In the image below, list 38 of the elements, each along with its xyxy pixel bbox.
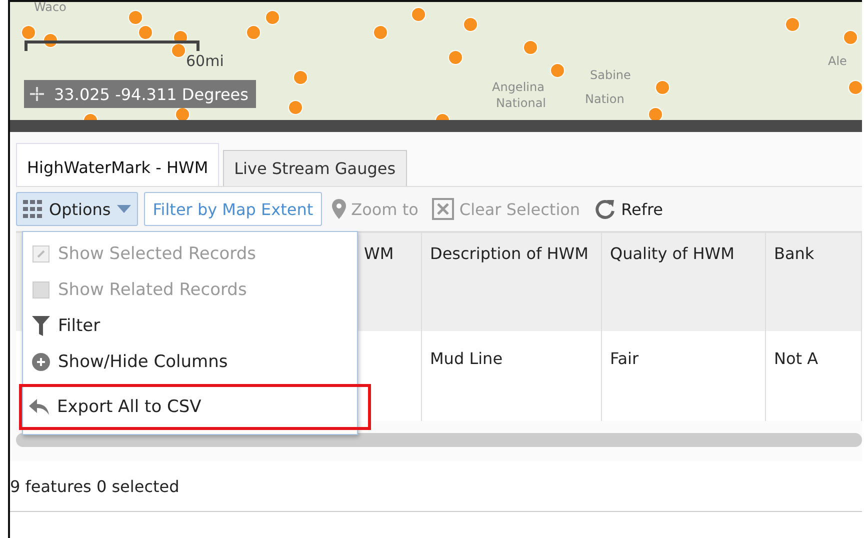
checkbox-icon <box>32 245 50 263</box>
menu-item[interactable]: Filter <box>23 308 357 344</box>
map-label: Waco <box>34 2 66 14</box>
checkbox-icon <box>32 281 50 299</box>
caret-icon <box>116 205 131 213</box>
column-header[interactable]: Bank <box>774 244 814 263</box>
reply-arrow-icon <box>29 399 49 415</box>
options-button[interactable]: Options <box>16 192 138 226</box>
map-label: National <box>496 96 546 110</box>
tab[interactable]: Live Stream Gauges <box>223 150 407 186</box>
map-label: Nation <box>585 92 624 106</box>
grid-icon <box>23 200 43 218</box>
map-pin-icon <box>332 199 346 219</box>
map-label: Angelina <box>492 80 544 94</box>
tab[interactable]: HighWaterMark - HWM <box>16 143 220 186</box>
crosshair-icon[interactable] <box>30 87 44 101</box>
circle-icon <box>32 353 50 371</box>
menu-item[interactable]: Export All to CSV <box>19 384 371 430</box>
table-cell: Mud Line <box>430 349 503 368</box>
status-text: 9 features 0 selected <box>10 461 862 512</box>
coordinates-text: 33.025 -94.311 Degrees <box>54 84 248 104</box>
map-pin[interactable] <box>175 107 190 120</box>
horizontal-scrollbar[interactable] <box>16 433 862 447</box>
filter-icon <box>32 316 50 336</box>
refresh-icon <box>594 198 616 220</box>
map-label: Ale <box>828 54 847 68</box>
toolbar-button[interactable]: Refre <box>590 198 668 220</box>
table-cell: Not A <box>774 349 818 368</box>
column-header[interactable]: Quality of HWM <box>610 244 734 263</box>
menu-item[interactable]: Show/Hide Columns <box>23 344 357 380</box>
map-pin[interactable] <box>171 43 186 58</box>
scale-bar-icon <box>24 40 200 52</box>
map-label: Sabine <box>590 68 631 82</box>
table-cell: Fair <box>610 349 639 368</box>
scale-label: 60mi <box>186 52 224 70</box>
column-header[interactable]: WM <box>364 244 394 263</box>
close-icon <box>432 198 454 220</box>
column-header[interactable]: Description of HWM <box>430 244 588 263</box>
